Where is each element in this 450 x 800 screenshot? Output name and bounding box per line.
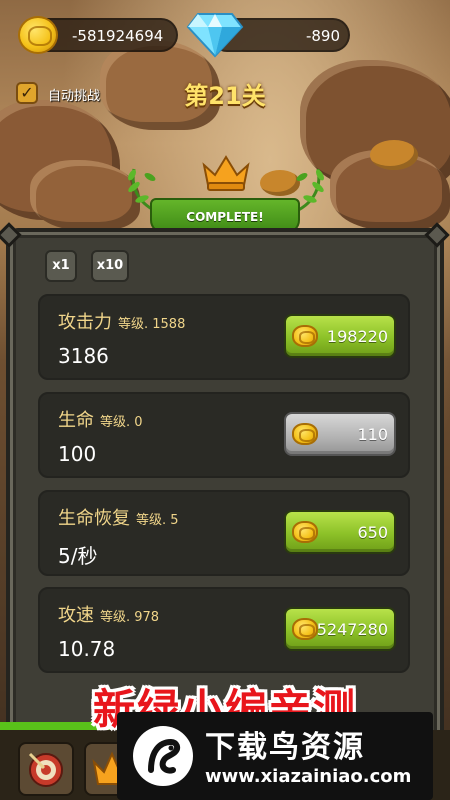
coin-icon (292, 325, 318, 347)
upgrade-level: 等级. 978 (100, 610, 160, 625)
watermark-bird-logo-icon (133, 726, 193, 786)
upgrade-level: 等级. 5 (136, 513, 179, 528)
upgrade-health-button[interactable]: 110 (284, 412, 396, 456)
upgrade-value: 5/秒 (58, 544, 98, 568)
coin-icon (292, 423, 318, 445)
upgrade-name-text: 生命 (58, 410, 94, 431)
upgrade-cost: 110 (357, 425, 388, 444)
target-tool-button[interactable] (18, 742, 74, 796)
upgrade-row-attack-speed: 攻速 等级. 978 10.78 5247280 (38, 587, 410, 673)
gem-amount: -890 (305, 27, 340, 45)
multiplier-x10-button[interactable]: x10 (91, 250, 129, 282)
upgrade-name: 攻击力 等级. 1588 (58, 308, 185, 334)
coin-icon (292, 521, 318, 543)
upgrade-value: 10.78 (58, 637, 116, 661)
upgrade-value: 3186 (58, 344, 109, 368)
upgrade-name-text: 攻击力 (58, 312, 112, 333)
upgrade-regen-button[interactable]: 650 (284, 510, 396, 554)
multiplier-x1-button[interactable]: x1 (45, 250, 77, 282)
upgrade-cost: 198220 (326, 327, 388, 346)
crown-icon (202, 155, 250, 191)
upgrade-cost: 5247280 (316, 620, 388, 639)
level-title: 第21关 (184, 82, 266, 110)
upgrade-value: 100 (58, 442, 97, 466)
diamond-icon (186, 13, 244, 58)
upgrade-name: 生命 等级. 0 (58, 406, 143, 432)
upgrade-cost: 650 (357, 523, 388, 542)
watermark-banner: 下载鸟资源 www.xiazainiao.com (117, 712, 433, 800)
upgrade-level: 等级. 1588 (118, 317, 186, 332)
upgrade-name-text: 生命恢复 (58, 508, 130, 529)
watermark-site-name: 下载鸟资源 (205, 730, 365, 765)
upgrade-name-text: 攻速 (58, 605, 94, 626)
upgrade-row-attack: 攻击力 等级. 1588 3186 198220 (38, 294, 410, 380)
upgrade-row-regen: 生命恢复 等级. 5 5/秒 650 (38, 490, 410, 576)
coin-icon (292, 618, 318, 640)
target-icon (28, 752, 63, 787)
upgrade-name: 攻速 等级. 978 (58, 601, 159, 627)
upgrade-name: 生命恢复 等级. 5 (58, 504, 179, 530)
coin-amount: -581924694 (72, 27, 164, 45)
watermark-url: www.xiazainiao.com (205, 766, 412, 787)
coin-icon (18, 16, 58, 54)
bush-decoration (370, 140, 418, 170)
upgrade-level: 等级. 0 (100, 415, 143, 430)
upgrade-attack-button[interactable]: 198220 (284, 314, 396, 358)
upgrade-attack-speed-button[interactable]: 5247280 (284, 607, 396, 651)
upgrade-row-health: 生命 等级. 0 100 110 (38, 392, 410, 478)
